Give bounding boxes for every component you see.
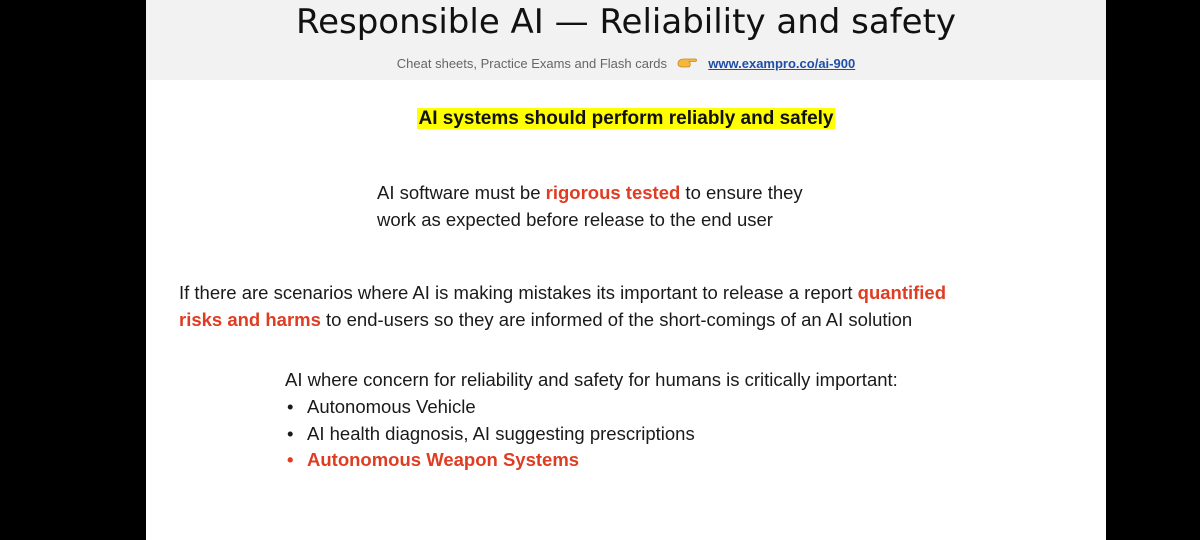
- risk-report-paragraph: If there are scenarios where AI is makin…: [179, 280, 946, 333]
- highlight-statement: AI systems should perform reliably and s…: [146, 108, 1106, 130]
- list-item: • Autonomous Weapon Systems: [285, 447, 695, 474]
- highlight-text: AI systems should perform reliably and s…: [416, 108, 836, 129]
- exampro-link[interactable]: www.exampro.co/ai-900: [708, 56, 855, 71]
- risk-line-2: risks and harms to end-users so they are…: [179, 307, 946, 334]
- critical-domains-intro: AI where concern for reliability and saf…: [285, 369, 898, 390]
- bullet-dot-icon: •: [287, 422, 294, 444]
- risk-line-2-post: to end-users so they are informed of the…: [320, 308, 913, 330]
- risk-line-1: If there are scenarios where AI is makin…: [179, 280, 946, 307]
- slide-title: Responsible AI — Reliability and safety: [295, 2, 957, 42]
- risks-and-harms-emphasis: risks and harms: [179, 308, 321, 330]
- letterbox-right: [1106, 0, 1200, 540]
- bullet-dot-icon: •: [287, 449, 294, 470]
- subtitle-text: Cheat sheets, Practice Exams and Flash c…: [396, 56, 668, 71]
- pointing-hand-icon: [677, 56, 699, 70]
- risk-line-1-pre: If there are scenarios where AI is makin…: [179, 282, 858, 303]
- list-item-text: Autonomous Vehicle: [307, 396, 476, 417]
- list-item: • Autonomous Vehicle: [285, 394, 695, 421]
- testing-line-1-post: to ensure they: [680, 182, 803, 203]
- list-item-text: Autonomous Weapon Systems: [307, 449, 580, 470]
- list-item: • AI health diagnosis, AI suggesting pres…: [285, 421, 695, 448]
- list-item-text: AI health diagnosis, AI suggesting presc…: [307, 422, 695, 444]
- bullet-dot-icon: •: [287, 396, 294, 417]
- quantified-emphasis: quantified: [857, 282, 947, 303]
- testing-line-1: AI software must be rigorous tested to e…: [377, 180, 803, 207]
- slide: Responsible AI — Reliability and safety …: [146, 0, 1106, 540]
- critical-domains-list: • Autonomous Vehicle • AI health diagnosis…: [285, 394, 695, 474]
- subtitle-row: Cheat sheets, Practice Exams and Flash c…: [146, 56, 1106, 71]
- testing-line-2: work as expected before release to the e…: [377, 208, 773, 230]
- testing-paragraph: AI software must be rigorous tested to e…: [377, 180, 803, 233]
- rigorous-tested-emphasis: rigorous tested: [545, 182, 681, 203]
- letterbox-left: [0, 0, 146, 540]
- testing-line-1-pre: AI software must be: [377, 182, 546, 203]
